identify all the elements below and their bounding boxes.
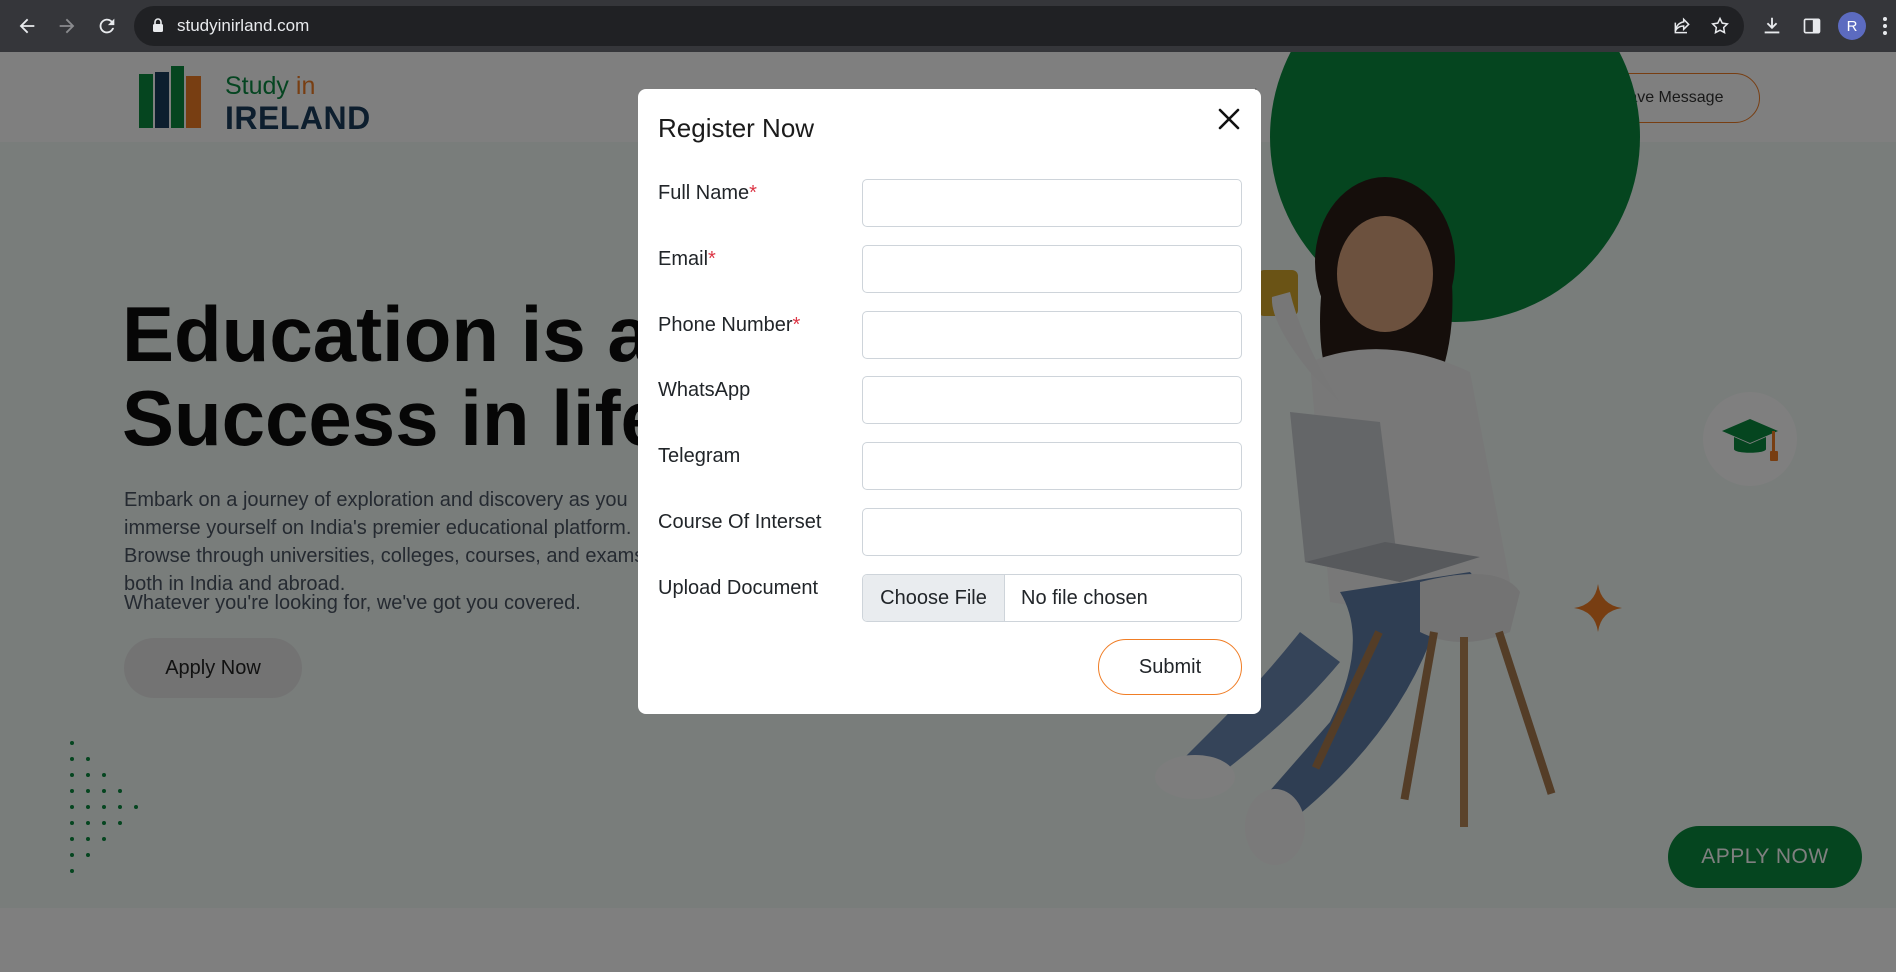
course-of-interest-label: Course Of Interset [658, 511, 822, 533]
telegram-input[interactable] [862, 442, 1242, 490]
choose-file-button[interactable]: Choose File [863, 575, 1005, 621]
close-icon[interactable] [1213, 103, 1245, 135]
forward-icon[interactable] [53, 12, 81, 40]
full-name-input[interactable] [862, 179, 1242, 227]
register-modal: Register Now Full Name* Email* Phone Num… [638, 89, 1261, 714]
side-panel-icon[interactable] [1798, 12, 1826, 40]
file-status-text: No file chosen [1021, 587, 1148, 609]
address-bar[interactable]: studyinirland.com [134, 6, 1744, 46]
course-of-interest-input[interactable] [862, 508, 1242, 556]
share-icon[interactable] [1670, 14, 1694, 38]
file-upload-field[interactable]: Choose File No file chosen [862, 574, 1242, 622]
telegram-label: Telegram [658, 445, 741, 467]
form-row-upload: Upload Document Choose File No file chos… [658, 574, 1242, 622]
whatsapp-input[interactable] [862, 376, 1242, 424]
submit-button[interactable]: Submit [1098, 639, 1242, 695]
email-input[interactable] [862, 245, 1242, 293]
download-icon[interactable] [1758, 12, 1786, 40]
back-icon[interactable] [13, 12, 41, 40]
avatar[interactable]: R [1838, 12, 1866, 40]
lock-icon[interactable] [152, 18, 164, 38]
form-row-full-name: Full Name* [658, 179, 1242, 227]
whatsapp-label: WhatsApp [658, 379, 751, 401]
form-row-telegram: Telegram [658, 442, 1242, 490]
bookmark-star-icon[interactable] [1708, 14, 1732, 38]
browser-toolbar: studyinirland.com R [0, 0, 1896, 52]
form-row-email: Email* [658, 245, 1242, 293]
form-row-course: Course Of Interset [658, 508, 1242, 556]
phone-number-input[interactable] [862, 311, 1242, 359]
reload-icon[interactable] [93, 12, 121, 40]
modal-title: Register Now [658, 113, 815, 143]
form-row-whatsapp: WhatsApp [658, 376, 1242, 424]
email-label: Email* [658, 248, 716, 270]
upload-document-label: Upload Document [658, 577, 819, 599]
url-text[interactable]: studyinirland.com [177, 16, 309, 36]
form-row-phone: Phone Number* [658, 311, 1242, 359]
phone-number-label: Phone Number* [658, 314, 801, 336]
menu-kebab-icon[interactable] [1878, 12, 1892, 40]
full-name-label: Full Name* [658, 182, 757, 204]
